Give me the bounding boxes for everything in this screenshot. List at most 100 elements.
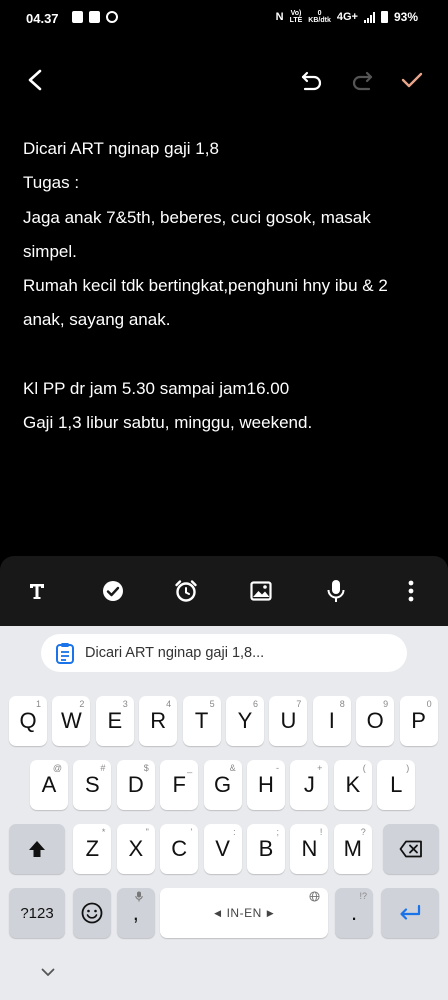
key-hint: 4 (166, 699, 172, 709)
clipboard-suggestion[interactable]: Dicari ART nginap gaji 1,8... (41, 634, 407, 672)
key-x[interactable]: " X (116, 824, 155, 874)
symbols-label: ?123 (20, 904, 54, 922)
key-l[interactable]: ) L (377, 760, 416, 810)
note-line: Tugas : (23, 173, 80, 193)
key-hint: - (276, 763, 279, 773)
key-hint: 6 (252, 699, 258, 709)
redo-button[interactable] (346, 64, 378, 96)
key-i[interactable]: 8I (312, 696, 351, 746)
key-hint: 1 (35, 699, 41, 709)
key-hint: 3 (122, 699, 128, 709)
key-z[interactable]: * Z (73, 824, 112, 874)
key-s[interactable]: # S (73, 760, 112, 810)
enter-key[interactable] (381, 888, 439, 938)
key-label: L (390, 772, 403, 797)
backspace-icon (399, 840, 422, 858)
key-label: J (303, 772, 315, 797)
key-f[interactable]: _ F (160, 760, 199, 810)
key-hint: @ (52, 763, 62, 773)
clipboard-icon (56, 643, 74, 664)
note-line (23, 338, 428, 372)
key-hint: : (233, 827, 236, 837)
key-hint: 9 (383, 699, 389, 709)
voice-input-button[interactable] (323, 578, 349, 604)
comma-key[interactable]: , (116, 888, 155, 938)
period-key[interactable]: !? . (335, 888, 373, 938)
key-t[interactable]: 5T (182, 696, 221, 746)
more-options-button[interactable] (398, 578, 424, 604)
save-button[interactable] (396, 64, 428, 96)
key-label: U (280, 708, 297, 733)
key-w[interactable]: 2W (52, 696, 91, 746)
key-label: Z (85, 836, 100, 861)
key-r[interactable]: 4R (139, 696, 178, 746)
signal-icon (363, 11, 375, 23)
key-q[interactable]: 1Q (9, 696, 47, 746)
key-hint: _ (187, 763, 193, 773)
key-hint: + (317, 763, 323, 773)
image-icon (250, 581, 272, 601)
insert-image-button[interactable] (248, 578, 274, 604)
hide-keyboard-button[interactable] (38, 962, 58, 982)
reminder-button[interactable] (173, 578, 199, 604)
editor-toolbar (0, 56, 448, 104)
period-label: . (350, 900, 358, 925)
note-tools-bar (0, 556, 448, 626)
key-k[interactable]: (K (333, 760, 372, 810)
key-v[interactable]: :V (203, 824, 242, 874)
space-key[interactable]: ◀ IN-EN ▶ (160, 888, 329, 938)
key-label: W (61, 708, 82, 733)
note-line: simpel. (23, 241, 77, 261)
battery-percent: 93% (393, 10, 418, 24)
nfc-icon: N (275, 11, 284, 23)
note-editor[interactable]: Dicari ART nginap gaji 1,8 Tugas : Jaga … (23, 132, 428, 441)
enter-arrow-icon (400, 904, 421, 920)
space-language-label: IN-EN (226, 906, 262, 920)
check-icon (401, 72, 423, 88)
key-b[interactable]: ; B (247, 824, 285, 874)
key-m[interactable]: ? M (333, 824, 372, 874)
key-a[interactable]: @ A (30, 760, 68, 810)
checklist-button[interactable] (100, 578, 126, 604)
symbols-key[interactable]: ?123 (9, 888, 65, 938)
key-label: B (258, 836, 274, 861)
note-line: Kl PP dr jam 5.30 sampai jam16.00 (23, 379, 290, 399)
key-h[interactable]: -H (247, 760, 285, 810)
shift-arrow-icon (29, 841, 45, 857)
key-label: G (214, 772, 232, 797)
key-n[interactable]: ! N (290, 824, 329, 874)
key-hint: ; (276, 827, 279, 837)
key-hint: ! (319, 827, 323, 837)
key-label: O (366, 708, 384, 733)
key-hint: 7 (296, 699, 302, 709)
key-e[interactable]: 3E (95, 696, 134, 746)
key-d[interactable]: $ D (116, 760, 155, 810)
speed-unit: KB/dtk (308, 17, 331, 24)
key-g[interactable]: & G (203, 760, 242, 810)
shift-key[interactable] (9, 824, 65, 874)
key-label: Q (19, 708, 37, 733)
key-y[interactable]: 6Y (226, 696, 264, 746)
key-c[interactable]: ' C (160, 824, 199, 874)
microphone-icon (135, 891, 143, 904)
key-u[interactable]: 7U (269, 696, 308, 746)
key-hint: 8 (339, 699, 345, 709)
status-time: 04.37 (26, 11, 59, 26)
backspace-key[interactable] (383, 824, 439, 874)
key-p[interactable]: 0P (399, 696, 438, 746)
key-j[interactable]: + J (290, 760, 329, 810)
network-type: 4G+ (336, 11, 358, 23)
key-label: X (128, 836, 144, 861)
key-label: E (107, 708, 123, 733)
back-button[interactable] (20, 64, 52, 96)
key-hint: $ (143, 763, 149, 773)
undo-button[interactable] (296, 64, 328, 96)
volte-label: Vo) (290, 10, 302, 17)
emoji-key[interactable] (73, 888, 112, 938)
key-o[interactable]: 9O (356, 696, 395, 746)
lte-label: LTE (289, 17, 303, 24)
more-vertical-icon (408, 580, 414, 602)
text-format-button[interactable] (24, 578, 50, 604)
alarm-clock-icon (175, 580, 197, 602)
text-format-icon (30, 584, 44, 599)
